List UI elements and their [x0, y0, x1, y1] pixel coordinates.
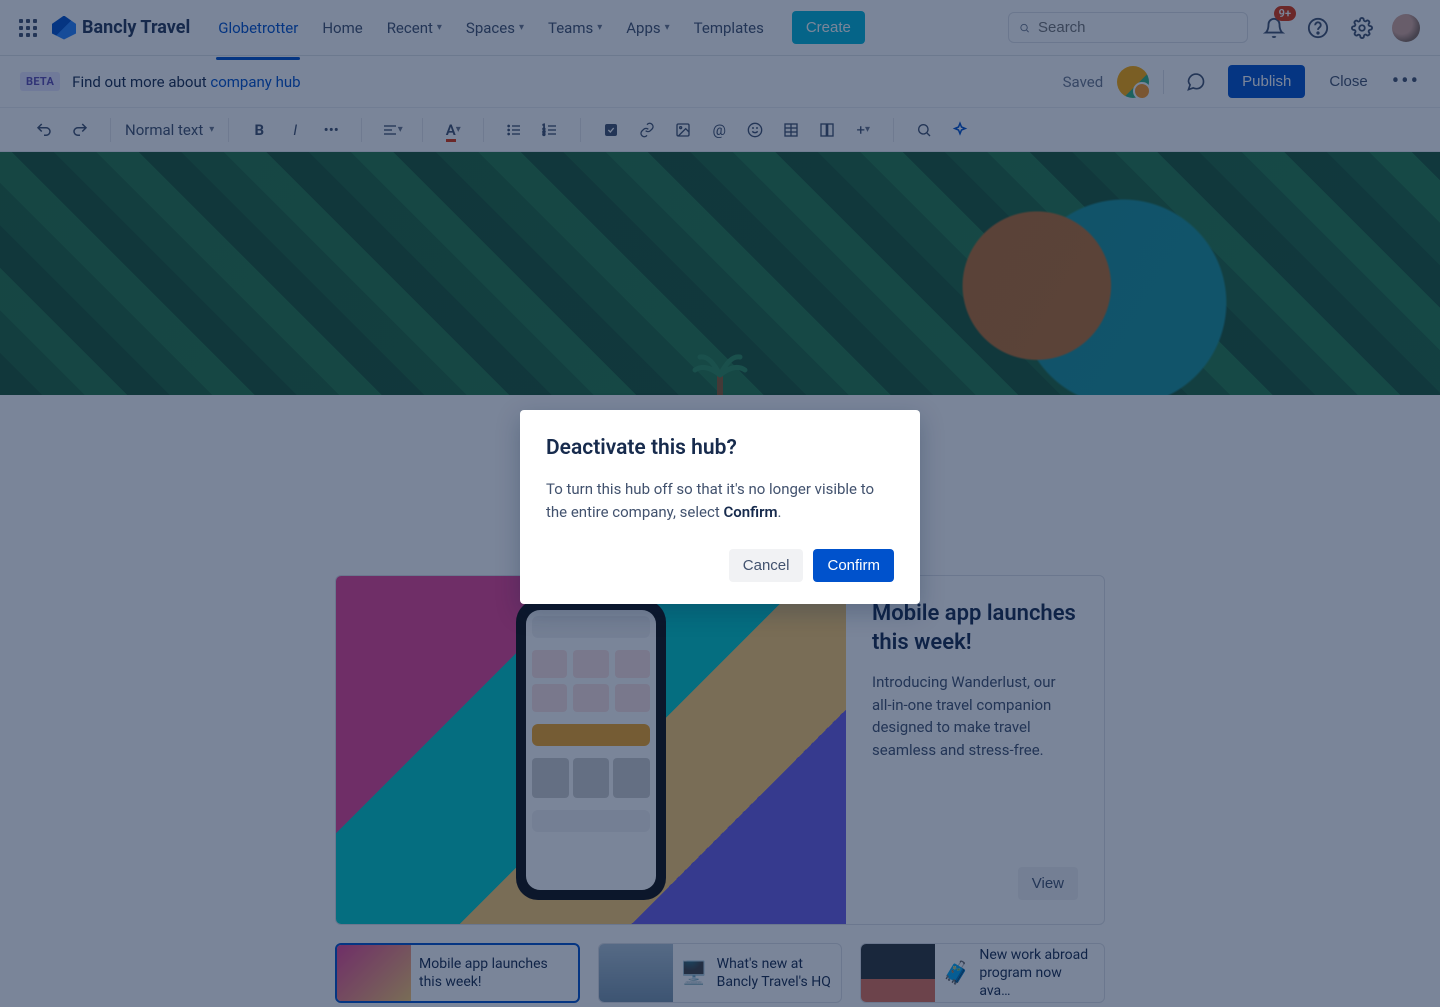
deactivate-modal: Deactivate this hub? To turn this hub of…: [520, 410, 920, 604]
modal-overlay[interactable]: Deactivate this hub? To turn this hub of…: [0, 0, 1440, 1007]
modal-title: Deactivate this hub?: [546, 436, 894, 460]
confirm-button[interactable]: Confirm: [813, 549, 894, 582]
modal-body: To turn this hub off so that it's no lon…: [546, 478, 894, 523]
cancel-button[interactable]: Cancel: [729, 549, 804, 582]
